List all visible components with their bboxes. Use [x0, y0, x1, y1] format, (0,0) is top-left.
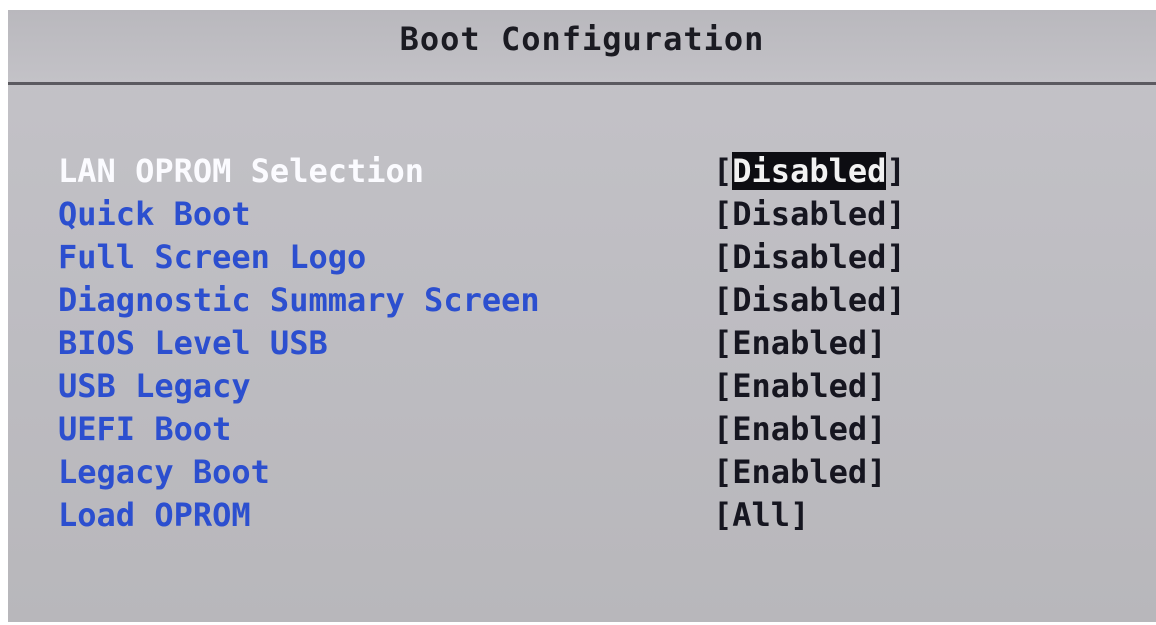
option-label: Load OPROM: [58, 496, 251, 534]
option-diagnostic-summary-screen[interactable]: Diagnostic Summary Screen [Disabled]: [58, 279, 1058, 322]
option-value-full-screen-logo[interactable]: [Disabled]: [713, 236, 906, 279]
option-label: USB Legacy: [58, 367, 251, 405]
option-load-oprom[interactable]: Load OPROM [All]: [58, 494, 1058, 537]
option-value-legacy-boot[interactable]: [Enabled]: [713, 451, 886, 494]
option-label: Full Screen Logo: [58, 238, 367, 276]
option-value-usb-legacy[interactable]: [Enabled]: [713, 365, 886, 408]
option-label: Quick Boot: [58, 195, 251, 233]
option-bios-level-usb[interactable]: BIOS Level USB [Enabled]: [58, 322, 1058, 365]
option-value-text: Disabled: [732, 195, 887, 233]
page-title: Boot Configuration: [399, 20, 765, 58]
option-value-load-oprom[interactable]: [All]: [713, 494, 809, 537]
option-legacy-boot[interactable]: Legacy Boot [Enabled]: [58, 451, 1058, 494]
option-value-text: Enabled: [732, 453, 868, 491]
option-value-text: Enabled: [732, 324, 868, 362]
bios-screen: Boot Configuration LAN OPROM Selection […: [8, 10, 1156, 622]
option-usb-legacy[interactable]: USB Legacy [Enabled]: [58, 365, 1058, 408]
option-value-bios-level-usb[interactable]: [Enabled]: [713, 322, 886, 365]
option-value-text: All: [732, 496, 791, 534]
option-label: BIOS Level USB: [58, 324, 328, 362]
header-bar: Boot Configuration: [8, 10, 1156, 85]
option-value-uefi-boot[interactable]: [Enabled]: [713, 408, 886, 451]
option-value-diagnostic-summary[interactable]: [Disabled]: [713, 279, 906, 322]
option-lan-oprom-selection[interactable]: LAN OPROM Selection [Disabled]: [58, 150, 1058, 193]
option-value-text: Enabled: [732, 367, 868, 405]
option-label: Legacy Boot: [58, 453, 270, 491]
option-label: LAN OPROM Selection: [58, 152, 425, 190]
option-value-lan-oprom[interactable]: [Disabled]: [713, 150, 906, 193]
option-uefi-boot[interactable]: UEFI Boot [Enabled]: [58, 408, 1058, 451]
option-value-text: Enabled: [732, 410, 868, 448]
option-value-text: Disabled: [732, 152, 887, 190]
option-label: UEFI Boot: [58, 410, 232, 448]
option-quick-boot[interactable]: Quick Boot [Disabled]: [58, 193, 1058, 236]
option-value-quick-boot[interactable]: [Disabled]: [713, 193, 906, 236]
value-cursor: Disabled: [732, 152, 887, 190]
option-value-text: Disabled: [732, 281, 887, 319]
option-label: Diagnostic Summary Screen: [58, 281, 540, 319]
boot-config-menu: LAN OPROM Selection [Disabled] Quick Boo…: [58, 150, 1058, 537]
option-value-text: Disabled: [732, 238, 887, 276]
option-full-screen-logo[interactable]: Full Screen Logo [Disabled]: [58, 236, 1058, 279]
